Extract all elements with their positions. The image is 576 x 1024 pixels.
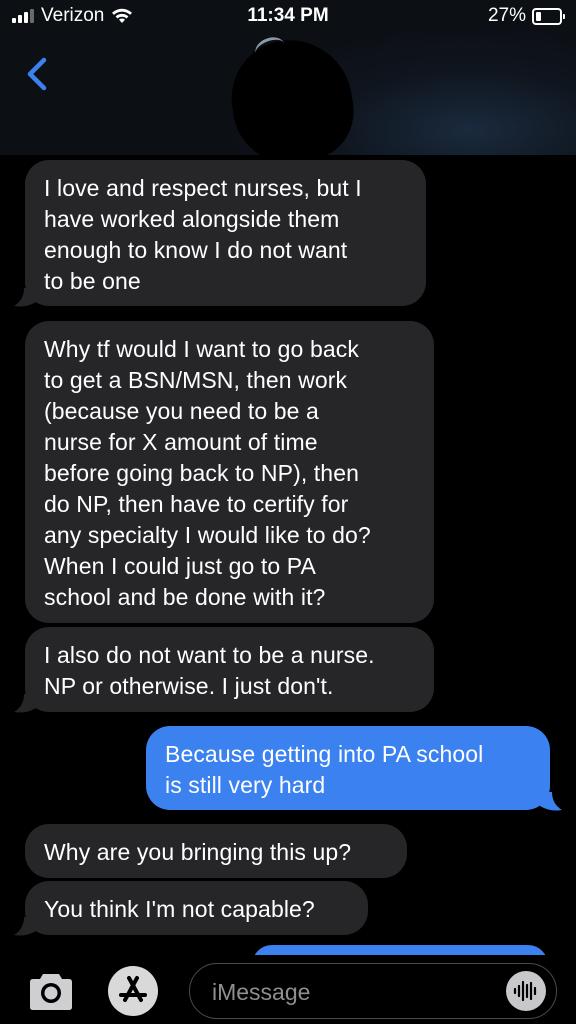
message-bubble-incoming[interactable]: I love and respect nurses, but I have wo…	[25, 160, 426, 306]
message-line: When I could just go to PA	[44, 553, 316, 579]
message-line: enough to know I do not want	[44, 237, 348, 263]
message-line: Why are you bringing this up?	[44, 839, 352, 865]
message-bubble-outgoing[interactable]: Because getting into PA school is still …	[146, 726, 550, 810]
message-bubble-incoming[interactable]: Why are you bringing this up?	[25, 824, 407, 878]
camera-button[interactable]	[26, 972, 76, 1012]
message-line: school and be done with it?	[44, 584, 326, 610]
message-line: any specialty I would like to do?	[44, 522, 371, 548]
message-input-field[interactable]	[189, 963, 557, 1019]
message-thread[interactable]: I love and respect nurses, but I have wo…	[0, 155, 576, 955]
message-line: do NP, then have to certify for	[44, 491, 349, 517]
message-input[interactable]	[210, 974, 494, 1010]
message-line: to be one	[44, 268, 141, 294]
battery-percent: 27%	[487, 5, 526, 26]
message-line: nurse for X amount of time	[44, 429, 318, 455]
message-line: before going back to NP), then	[44, 460, 359, 486]
back-button[interactable]	[22, 56, 52, 92]
message-line: I also do not want to be a nurse.	[44, 642, 375, 668]
audio-waveform-icon	[513, 980, 537, 1002]
message-line: to get a BSN/MSN, then work	[44, 367, 348, 393]
app-store-icon	[110, 968, 156, 1014]
message-line: have worked alongside them	[44, 206, 340, 232]
message-bubble-incoming[interactable]: You think I'm not capable?	[25, 881, 368, 935]
app-store-button[interactable]	[108, 966, 158, 1016]
camera-icon	[30, 974, 72, 1010]
contact-avatar-redacted[interactable]	[224, 32, 360, 170]
message-line: is still very hard	[165, 772, 326, 798]
bubble-tail-incoming	[14, 917, 36, 936]
message-bubble-incoming[interactable]: I also do not want to be a nurse. NP or …	[25, 627, 434, 712]
message-line: (because you need to be a	[44, 398, 319, 424]
bubble-tail-outgoing	[540, 792, 562, 811]
status-bar: Verizon 11:34 PM 27%	[0, 0, 576, 34]
audio-message-button[interactable]	[506, 971, 546, 1011]
message-line: NP or otherwise. I just don't.	[44, 673, 334, 699]
bubble-tail-incoming	[14, 288, 36, 307]
message-line: Because getting into PA school	[165, 741, 484, 767]
bubble-tail-incoming	[14, 694, 36, 713]
message-line: You think I'm not capable?	[44, 896, 315, 922]
battery-icon	[532, 7, 565, 25]
message-bubble-incoming[interactable]: Why tf would I want to go back to get a …	[25, 321, 434, 623]
message-line: I love and respect nurses, but I	[44, 175, 362, 201]
battery-level-fill	[536, 11, 541, 21]
chevron-left-icon	[27, 57, 47, 91]
message-line: Why tf would I want to go back	[44, 336, 359, 362]
